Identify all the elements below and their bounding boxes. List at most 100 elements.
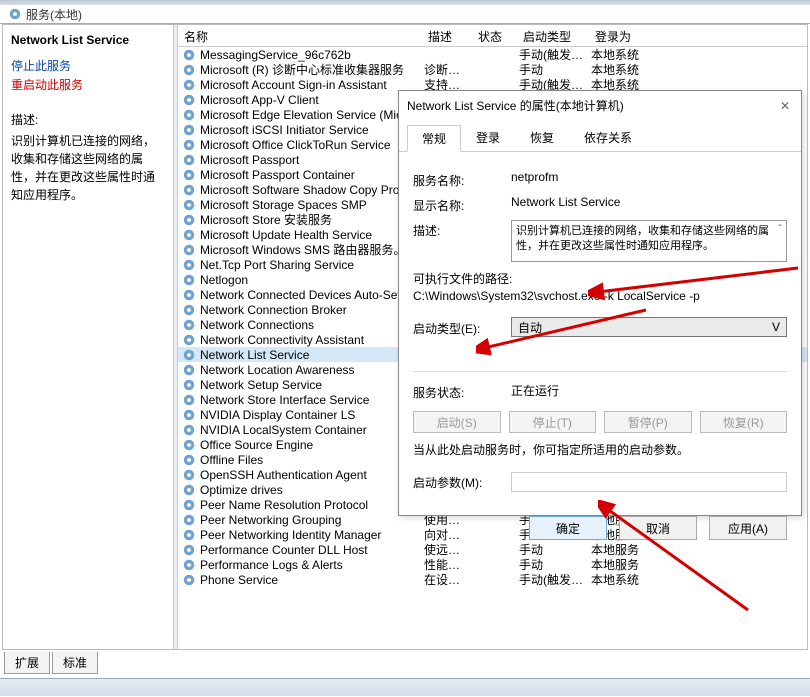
service-name: Network List Service xyxy=(200,348,424,362)
path-label: 可执行文件的路径: xyxy=(413,270,787,287)
gear-icon xyxy=(182,228,196,242)
title-text: 服务(本地) xyxy=(26,6,82,23)
service-name: Office Source Engine xyxy=(200,438,424,452)
start-button[interactable]: 启动(S) xyxy=(413,411,501,433)
service-name: Microsoft Account Sign-in Assistant xyxy=(200,78,424,92)
gear-icon xyxy=(182,213,196,227)
startup-type-label: 启动类型(E): xyxy=(413,318,511,337)
service-name: Network Connected Devices Auto-Setup xyxy=(200,288,424,302)
gear-icon xyxy=(182,513,196,527)
service-name: Microsoft (R) 诊断中心标准收集器服务 xyxy=(200,61,424,78)
desc-label: 描述: xyxy=(413,220,511,239)
gear-icon xyxy=(182,168,196,182)
service-name: Microsoft Software Shadow Copy Provider xyxy=(200,183,424,197)
gear-icon xyxy=(182,318,196,332)
service-name: Microsoft Passport Container xyxy=(200,168,424,182)
startup-type-select[interactable]: 自动 V xyxy=(511,317,787,337)
gear-icon xyxy=(182,303,196,317)
gear-icon xyxy=(182,528,196,542)
help-text: 当从此处启动服务时，你可指定所适用的启动参数。 xyxy=(413,441,787,458)
service-name: Phone Service xyxy=(200,573,424,587)
col-status[interactable]: 状态 xyxy=(472,25,517,46)
gear-icon xyxy=(182,573,196,587)
service-row[interactable]: Microsoft (R) 诊断中心标准收集器服务诊断…手动本地系统 xyxy=(178,62,807,77)
service-name: Microsoft iSCSI Initiator Service xyxy=(200,123,424,137)
service-name: Microsoft App-V Client xyxy=(200,93,424,107)
tab-general[interactable]: 常规 xyxy=(407,125,461,152)
service-name: Network Connection Broker xyxy=(200,303,424,317)
tab-logon[interactable]: 登录 xyxy=(461,124,515,151)
restart-service-link[interactable]: 重启动此服务 xyxy=(11,76,163,93)
properties-dialog: Network List Service 的属性(本地计算机) ✕ 常规 登录 … xyxy=(398,90,802,516)
gear-icon xyxy=(182,393,196,407)
gear-icon xyxy=(182,273,196,287)
service-row[interactable]: Performance Logs & Alerts性能…手动本地服务 xyxy=(178,557,807,572)
service-name: Network Connections xyxy=(200,318,424,332)
selected-service-title: Network List Service xyxy=(11,33,163,47)
description-label: 描述: xyxy=(11,111,163,128)
view-tabs: 扩展 标准 xyxy=(4,652,806,674)
gear-icon xyxy=(182,333,196,347)
service-name: Network Setup Service xyxy=(200,378,424,392)
gear-icon xyxy=(182,153,196,167)
service-name: Microsoft Office ClickToRun Service xyxy=(200,138,424,152)
service-name: Microsoft Passport xyxy=(200,153,424,167)
chevron-up-icon[interactable]: ˆ xyxy=(779,223,782,237)
gear-icon xyxy=(182,468,196,482)
tab-extended[interactable]: 扩展 xyxy=(4,652,50,674)
gear-icon xyxy=(182,483,196,497)
col-desc[interactable]: 描述 xyxy=(422,25,472,46)
gear-icon xyxy=(182,258,196,272)
gear-icon xyxy=(182,498,196,512)
stop-service-link[interactable]: 停止此服务 xyxy=(11,57,163,74)
gear-icon xyxy=(182,198,196,212)
service-details-pane: Network List Service 停止此服务 重启动此服务 描述: 识别… xyxy=(3,25,173,649)
service-row[interactable]: Phone Service在设…手动(触发…本地系统 xyxy=(178,572,807,587)
service-name: Microsoft Windows SMS 路由器服务。 xyxy=(200,241,424,258)
gear-icon xyxy=(182,108,196,122)
tab-recovery[interactable]: 恢复 xyxy=(515,124,569,151)
gear-icon xyxy=(182,243,196,257)
gear-icon xyxy=(182,93,196,107)
col-startup[interactable]: 启动类型 xyxy=(517,25,589,46)
gear-icon xyxy=(182,78,196,92)
col-name[interactable]: 名称 xyxy=(178,25,422,46)
close-icon[interactable]: ✕ xyxy=(777,99,793,113)
description-text: 识别计算机已连接的网络，收集和存储这些网络的属性，并在更改这些属性时通知应用程序… xyxy=(11,132,163,204)
service-name: Network Location Awareness xyxy=(200,363,424,377)
path-value: C:\Windows\System32\svchost.exe -k Local… xyxy=(413,289,787,303)
tab-deps[interactable]: 依存关系 xyxy=(569,124,647,151)
svc-name-value: netprofm xyxy=(511,170,787,184)
service-name: Microsoft Store 安装服务 xyxy=(200,211,424,228)
dialog-title: Network List Service 的属性(本地计算机) xyxy=(407,97,624,114)
service-name: Performance Logs & Alerts xyxy=(200,558,424,572)
tab-standard[interactable]: 标准 xyxy=(52,652,98,674)
service-name: Microsoft Storage Spaces SMP xyxy=(200,198,424,212)
service-state-label: 服务状态: xyxy=(413,382,511,401)
ok-button[interactable]: 确定 xyxy=(529,516,607,540)
service-name: Performance Counter DLL Host xyxy=(200,543,424,557)
pause-button[interactable]: 暂停(P) xyxy=(604,411,692,433)
service-state-value: 正在运行 xyxy=(511,382,787,399)
apply-button[interactable]: 应用(A) xyxy=(709,516,787,540)
col-logon[interactable]: 登录为 xyxy=(589,25,669,46)
service-name: NVIDIA LocalSystem Container xyxy=(200,423,424,437)
service-name: MessagingService_96c762b xyxy=(200,48,424,62)
gear-icon xyxy=(182,48,196,62)
start-params-label: 启动参数(M): xyxy=(413,472,511,491)
gear-icon xyxy=(182,348,196,362)
service-row[interactable]: MessagingService_96c762b手动(触发…本地系统 xyxy=(178,47,807,62)
gear-icon xyxy=(182,123,196,137)
start-params-input[interactable] xyxy=(511,472,787,492)
chevron-down-icon: V xyxy=(772,320,780,334)
startup-type-value: 自动 xyxy=(518,319,542,336)
stop-button[interactable]: 停止(T) xyxy=(509,411,597,433)
column-headers: 名称 描述 状态 启动类型 登录为 xyxy=(178,25,807,47)
resume-button[interactable]: 恢复(R) xyxy=(700,411,788,433)
service-name: Net.Tcp Port Sharing Service xyxy=(200,258,424,272)
service-logon: 本地系统 xyxy=(591,571,671,588)
cancel-button[interactable]: 取消 xyxy=(619,516,697,540)
service-name: Network Store Interface Service xyxy=(200,393,424,407)
desc-textbox[interactable]: 识别计算机已连接的网络，收集和存储这些网络的属性，并在更改这些属性时通知应用程序… xyxy=(511,220,787,262)
service-name: NVIDIA Display Container LS xyxy=(200,408,424,422)
